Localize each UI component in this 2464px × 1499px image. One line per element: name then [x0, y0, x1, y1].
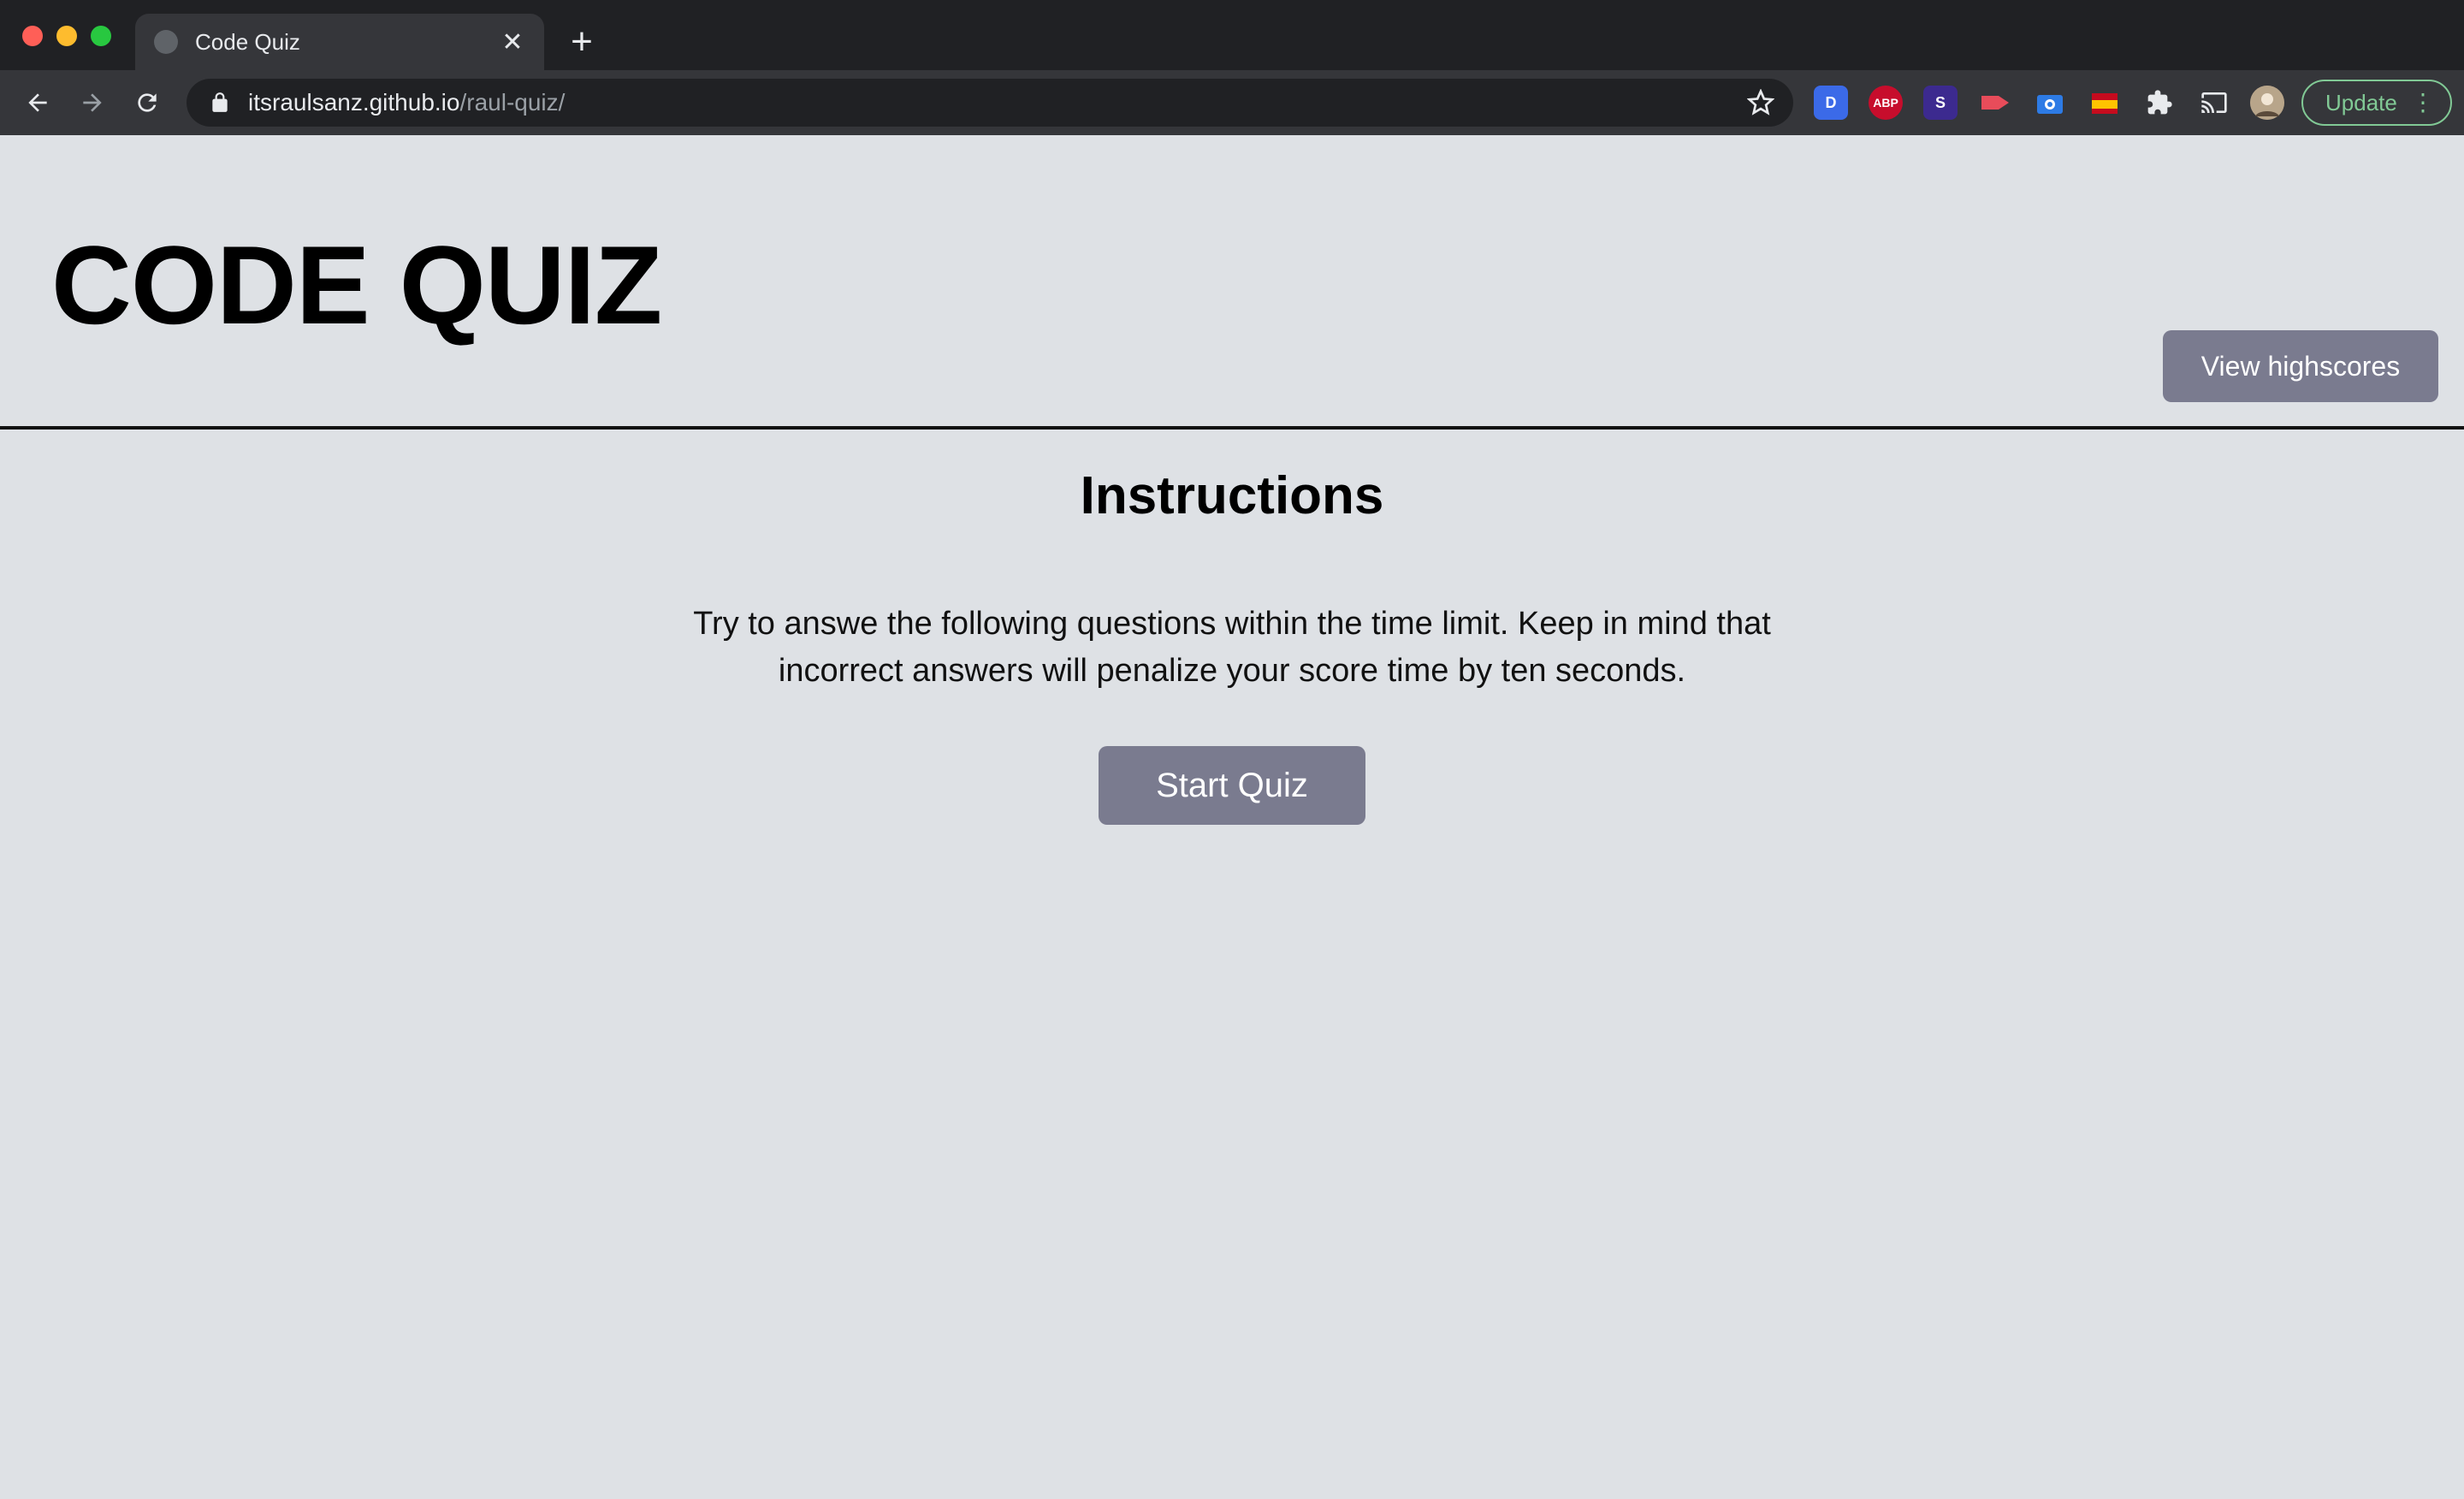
forward-icon[interactable] [72, 82, 113, 123]
page-title: CODE QUIZ [51, 222, 662, 347]
browser-tab[interactable]: Code Quiz ✕ [135, 14, 544, 70]
update-button[interactable]: Update ⋮ [2301, 80, 2452, 126]
profile-avatar[interactable] [2250, 86, 2284, 120]
address-bar[interactable]: itsraulsanz.github.io/raul-quiz/ [187, 79, 1793, 127]
update-label: Update [2325, 89, 2397, 116]
maximize-window-button[interactable] [91, 26, 111, 46]
reload-icon[interactable] [127, 82, 168, 123]
lock-icon [212, 92, 228, 112]
new-tab-button[interactable]: + [565, 21, 599, 63]
adblock-icon[interactable]: ABP [1869, 86, 1903, 120]
browser-chrome: Code Quiz ✕ + itsraulsanz.github.io/raul… [0, 0, 2464, 135]
adblock-label: ABP [1873, 96, 1898, 110]
extension-d-label: D [1825, 93, 1837, 111]
extension-s-icon[interactable]: S [1923, 86, 1958, 120]
site-header: CODE QUIZ View highscores [0, 135, 2464, 430]
globe-icon [154, 30, 178, 54]
url-path: /raul-quiz/ [459, 89, 566, 116]
more-icon[interactable]: ⋮ [2411, 89, 2435, 116]
url-host: itsraulsanz.github.io [248, 89, 460, 116]
screenshot-extension-icon[interactable] [2033, 86, 2067, 120]
minimize-window-button[interactable] [56, 26, 77, 46]
tab-title: Code Quiz [195, 28, 300, 55]
instructions-text: Try to answe the following questions wit… [693, 606, 1771, 689]
start-quiz-button[interactable]: Start Quiz [1099, 746, 1365, 825]
puzzle-icon[interactable] [2142, 86, 2177, 120]
cast-icon[interactable] [2197, 86, 2231, 120]
video-extension-icon[interactable] [1978, 86, 2012, 120]
extension-d-icon[interactable]: D [1814, 86, 1848, 120]
instructions-heading: Instructions [1080, 466, 1384, 525]
page-content: CODE QUIZ View highscores Instructions T… [0, 135, 2464, 1499]
view-highscores-button[interactable]: View highscores [2163, 330, 2438, 402]
browser-toolbar: itsraulsanz.github.io/raul-quiz/ D ABP S… [0, 70, 2464, 135]
close-window-button[interactable] [22, 26, 43, 46]
flag-extension-icon[interactable] [2088, 86, 2122, 120]
back-icon[interactable] [17, 82, 58, 123]
extension-s-label: S [1934, 93, 1946, 111]
star-icon[interactable] [1747, 89, 1774, 116]
window-controls [22, 26, 111, 46]
tab-close-icon[interactable]: ✕ [500, 27, 525, 57]
